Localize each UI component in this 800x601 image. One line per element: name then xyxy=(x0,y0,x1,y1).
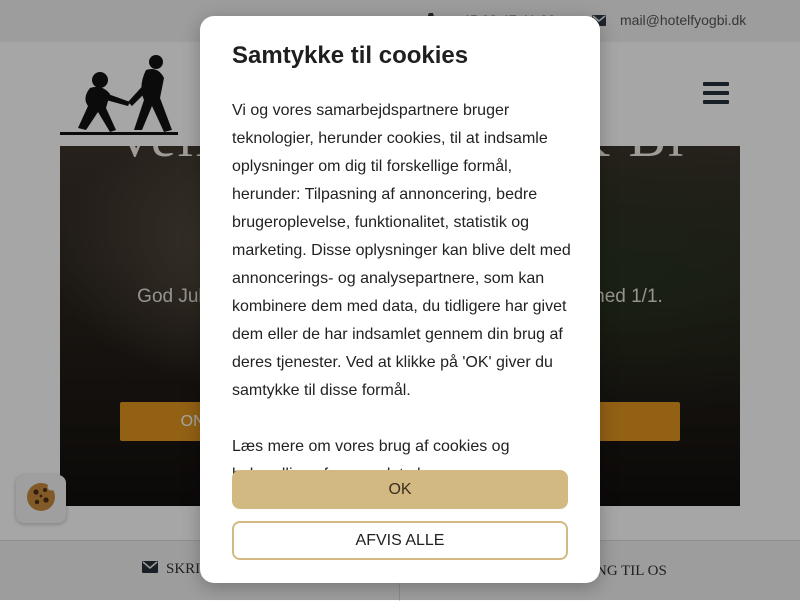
accept-cookies-button[interactable]: OK xyxy=(232,470,568,509)
cookie-consent-dialog: Samtykke til cookies Vi og vores samarbe… xyxy=(200,16,600,583)
consent-paragraph: Vi og vores samarbejdspartnere bruger te… xyxy=(232,102,571,399)
decline-all-button[interactable]: AFVIS ALLE xyxy=(232,521,568,560)
dialog-title: Samtykke til cookies xyxy=(232,42,469,69)
consent-text-scroll-area[interactable]: Vi og vores samarbejdspartnere bruger te… xyxy=(232,97,572,478)
